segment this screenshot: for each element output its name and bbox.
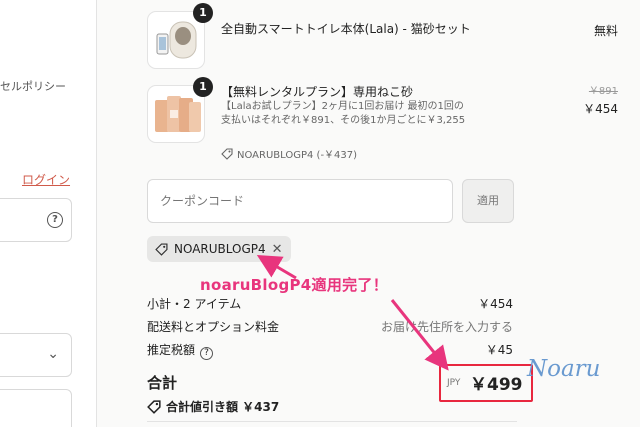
tag-icon xyxy=(147,399,161,414)
item-subscription-note: 【Lalaお試しプラン】2ヶ月に1回お届け 最初の1回の支払いはそれぞれ￥891… xyxy=(221,101,466,126)
apply-button[interactable]: 適用 xyxy=(462,179,514,223)
subtotal-value: ￥454 xyxy=(478,297,513,311)
tax-row: 推定税額? ￥45 xyxy=(147,341,517,360)
close-icon[interactable]: ✕ xyxy=(272,242,283,257)
item-price: 無料 xyxy=(593,24,618,38)
tax-label: 推定税額 xyxy=(147,343,196,357)
item-discount: NOARUBLOGP4 (-￥437) xyxy=(221,146,357,161)
product-image-litter: 1 xyxy=(147,77,213,143)
divider-line xyxy=(147,421,517,422)
product-image-toilet: 1 xyxy=(147,3,213,69)
subtotal-label: 小計・2 アイテム xyxy=(147,297,242,311)
item-price: ￥454 xyxy=(583,102,618,116)
original-price: ￥891 xyxy=(588,86,618,97)
total-discount-label: 合計値引き額 ￥437 xyxy=(166,400,280,414)
shipping-value: お届け先住所を入力する xyxy=(380,320,513,334)
total-discount: 合計値引き額 ￥437 xyxy=(147,398,279,415)
quantity-badge: 1 xyxy=(193,3,213,23)
subtotal-row: 小計・2 アイテム ￥454 xyxy=(147,295,517,312)
info-icon[interactable]: ? xyxy=(200,347,214,360)
item-name: 全自動スマートトイレ本体(Lala) - 猫砂セット xyxy=(221,22,471,36)
left-column: セルポリシー ログイン ? ⌄ xyxy=(0,0,96,427)
applied-coupon-chip: NOARUBLOGP4 ✕ xyxy=(147,236,291,262)
country-select[interactable]: ⌄ xyxy=(0,333,72,377)
address-field[interactable] xyxy=(0,389,72,427)
item-name: 【無料レンタルプラン】専用ねこ砂 xyxy=(221,85,414,99)
quantity-badge: 1 xyxy=(193,77,213,97)
tag-icon xyxy=(155,242,168,256)
total-value: ￥499 xyxy=(470,375,523,395)
login-link[interactable]: ログイン xyxy=(22,171,70,188)
tax-value: ￥45 xyxy=(485,343,513,357)
total-label: 合計 xyxy=(147,374,178,392)
coupon-input[interactable] xyxy=(147,179,453,223)
chevron-down-icon: ⌄ xyxy=(47,346,59,362)
help-icon[interactable]: ? xyxy=(47,212,63,228)
email-field[interactable]: ? xyxy=(0,198,72,242)
shipping-label: 配送料とオプション料金 xyxy=(147,320,280,334)
tag-icon xyxy=(221,147,233,160)
policy-link-fragment[interactable]: セルポリシー xyxy=(0,78,66,94)
item-discount-label: NOARUBLOGP4 (-￥437) xyxy=(237,150,358,161)
shipping-row: 配送料とオプション料金 お届け先住所を入力する xyxy=(147,318,517,335)
annotation-text: noaruBlogP4適用完了！ xyxy=(200,276,389,294)
applied-coupon-code: NOARUBLOGP4 xyxy=(174,242,266,256)
currency-code: JPY xyxy=(447,378,461,388)
watermark-logo: Noaru xyxy=(527,356,601,382)
